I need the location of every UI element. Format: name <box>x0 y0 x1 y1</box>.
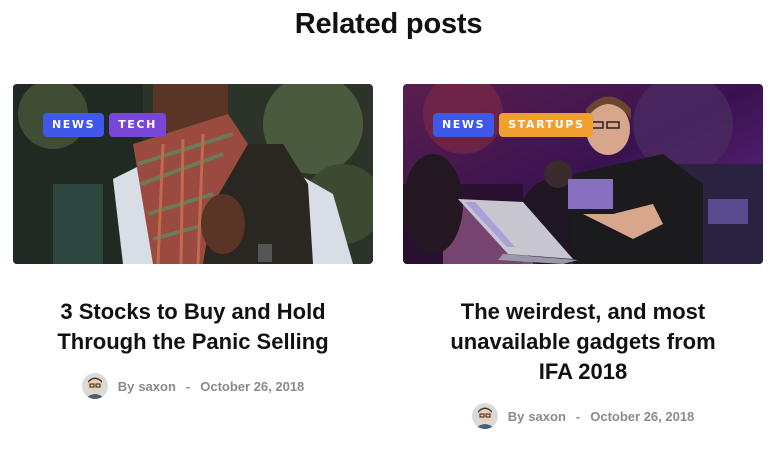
tag-news[interactable]: NEWS <box>43 113 105 137</box>
author-avatar[interactable] <box>471 403 498 429</box>
post-image <box>403 84 763 264</box>
author-link[interactable]: saxon <box>138 379 176 394</box>
post-date: October 26, 2018 <box>590 408 695 424</box>
post-meta: By saxon - October 26, 2018 <box>13 373 373 399</box>
post-date: October 26, 2018 <box>200 378 305 394</box>
section-title: Related posts <box>294 8 483 40</box>
by-label: By <box>117 378 135 394</box>
post-card: NEWS TECH 3 Stocks to Buy and Hold Throu… <box>13 84 373 399</box>
meta-separator: - <box>575 408 581 424</box>
meta-separator: - <box>185 378 191 394</box>
post-title[interactable]: 3 Stocks to Buy and Hold Through the Pan… <box>13 297 373 357</box>
post-thumbnail[interactable]: NEWS TECH <box>13 84 373 264</box>
avatar-icon <box>81 373 108 399</box>
post-title[interactable]: The weirdest, and most unavailable gadge… <box>403 297 763 387</box>
tag-tech[interactable]: TECH <box>109 113 166 137</box>
post-card: NEWS STARTUPS The weirdest, and most una… <box>403 84 763 429</box>
author-avatar[interactable] <box>81 373 108 399</box>
tag-list: NEWS STARTUPS <box>433 113 594 137</box>
avatar-icon <box>471 403 498 429</box>
tag-news[interactable]: NEWS <box>433 113 495 137</box>
author-link[interactable]: saxon <box>528 409 566 424</box>
tag-list: NEWS TECH <box>43 113 166 137</box>
post-meta: By saxon - October 26, 2018 <box>403 403 763 429</box>
post-thumbnail[interactable]: NEWS STARTUPS <box>403 84 763 264</box>
tag-startups[interactable]: STARTUPS <box>499 113 594 137</box>
by-label: By <box>507 408 525 424</box>
post-image <box>13 84 373 264</box>
